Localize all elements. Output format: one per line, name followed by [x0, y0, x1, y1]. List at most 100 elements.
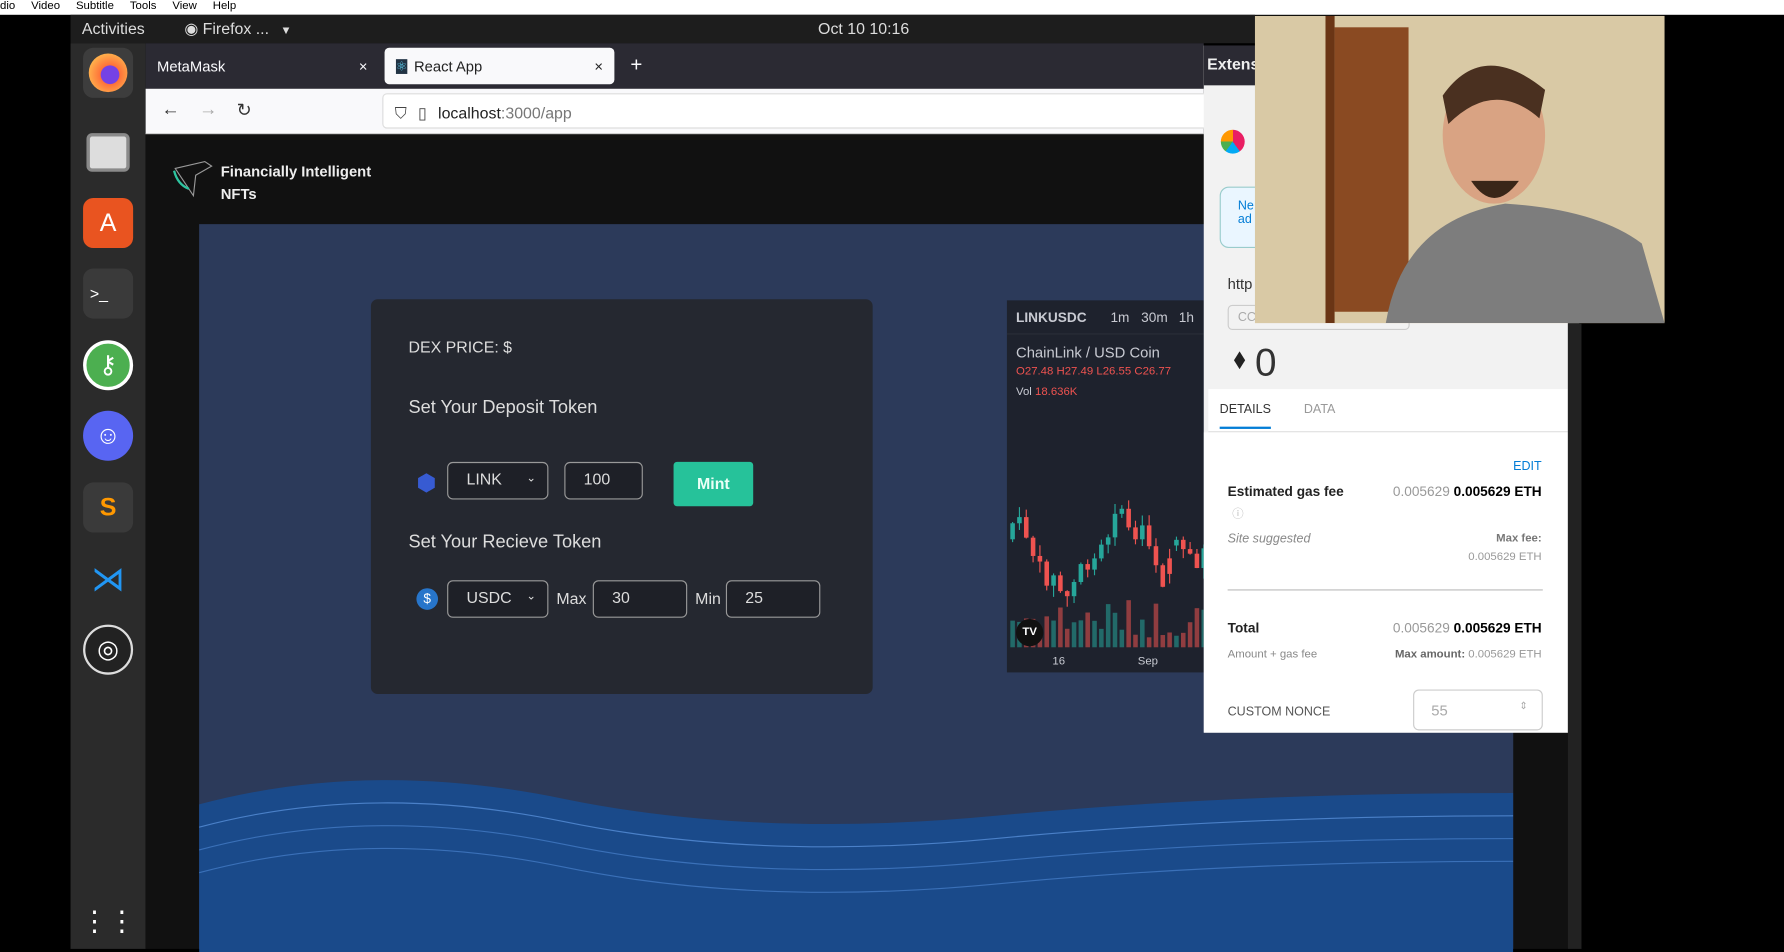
interval-30m[interactable]: 30m — [1141, 309, 1168, 325]
select-value: USDC — [466, 588, 512, 607]
sublime-icon[interactable]: S — [83, 482, 134, 533]
clock[interactable]: Oct 10 10:16 — [818, 19, 909, 37]
candle — [1194, 548, 1200, 648]
firefox-icon[interactable] — [83, 47, 134, 98]
max-amount-label: Max amount: — [1394, 648, 1466, 662]
app-name: Firefox ... — [202, 19, 270, 38]
page-icon: ▯ — [418, 103, 427, 122]
candle — [1174, 536, 1179, 648]
activities-button[interactable]: Activities — [82, 19, 145, 37]
firefox-app-menu[interactable]: ◉ Firefox ... ▼ — [184, 19, 291, 38]
menu-audio[interactable]: dio — [0, 0, 15, 15]
terminal-icon[interactable]: >_ — [83, 268, 134, 319]
candle — [1010, 521, 1015, 648]
ohlc-legend: O27.48 H27.49 L26.55 C26.77 — [1016, 365, 1171, 378]
volume-legend: Vol 18.636K — [1016, 386, 1077, 399]
candle — [1160, 563, 1166, 648]
tradingview-chart[interactable]: LINKUSDC 1m 30m 1h ChainLink / USD Coin … — [1006, 300, 1204, 673]
software-icon[interactable]: A — [83, 197, 134, 249]
chart-toolbar: LINKUSDC 1m 30m 1h — [1006, 300, 1204, 335]
forward-icon[interactable]: → — [199, 100, 217, 120]
max-fee-value: 0.005629 ETH — [1468, 550, 1542, 564]
candle — [1092, 553, 1097, 648]
interval-1h[interactable]: 1h — [1179, 309, 1194, 325]
close-icon[interactable]: × — [359, 57, 368, 74]
dock: A >_ ⚷ ☺ S ⋊ ◎ ⋮⋮ — [70, 43, 146, 949]
total-value: 0.005629 0.005629 ETH — [1393, 620, 1542, 636]
custom-nonce-label: CUSTOM NONCE — [1227, 705, 1331, 720]
chevron-down-icon: ⌄ — [526, 590, 536, 604]
candles-plot — [1010, 500, 1204, 648]
app-logo-text[interactable]: Financially Intelligent NFTs — [221, 160, 371, 206]
window-edge — [1567, 323, 1582, 949]
menu-tools[interactable]: Tools — [130, 0, 157, 15]
symbol[interactable]: LINKUSDC — [1016, 309, 1087, 325]
back-icon[interactable]: ← — [162, 100, 180, 120]
new-tab-button[interactable]: + — [630, 53, 642, 77]
edit-link[interactable]: EDIT — [1513, 460, 1542, 474]
total-primary: 0.005629 ETH — [1453, 620, 1542, 637]
tab-data[interactable]: DATA — [1304, 403, 1336, 417]
logo-line-2: NFTs — [220, 185, 257, 203]
amount-gas-label: Amount + gas fee — [1227, 648, 1318, 662]
x-tick: 16 — [1052, 655, 1066, 668]
menu-subtitle[interactable]: Subtitle — [76, 0, 114, 15]
info-icon[interactable]: ⓘ — [1232, 504, 1243, 522]
nonce-value: 55 — [1431, 701, 1448, 720]
gas-fee-primary: 0.005629 ETH — [1453, 483, 1542, 500]
app-grid-icon[interactable]: ⋮⋮ — [81, 897, 136, 947]
details-panel: EDIT Estimated gas fee 0.005629 0.005629… — [1203, 432, 1571, 733]
browser-tab-bar: MetaMask × ⚛ React App × + — [145, 43, 1204, 89]
gas-fee-secondary: 0.005629 — [1392, 483, 1450, 500]
react-icon: ⚛ — [395, 58, 408, 74]
max-amount-value: 0.005629 ETH — [1468, 648, 1542, 662]
tab-details[interactable]: DETAILS — [1219, 403, 1271, 429]
tab-label: React App — [414, 57, 483, 75]
files-icon[interactable] — [83, 127, 133, 177]
candle — [1133, 520, 1138, 648]
webcam-overlay — [1254, 15, 1665, 324]
tab-react-app[interactable]: ⚛ React App × — [384, 47, 615, 85]
max-input[interactable]: 30 — [592, 580, 688, 618]
select-value: LINK — [466, 469, 502, 489]
chevron-down-icon: ⌄ — [526, 472, 536, 485]
mint-button[interactable]: Mint — [673, 461, 754, 507]
custom-nonce-input[interactable]: 55 ⇕ — [1413, 689, 1543, 731]
receive-token-select[interactable]: USDC ⌄ — [447, 580, 549, 618]
deposit-amount-input[interactable]: 100 — [564, 461, 643, 500]
interval-1m[interactable]: 1m — [1110, 309, 1129, 325]
tab-label: MetaMask — [157, 57, 226, 75]
url-bar[interactable]: ⛉ ▯ localhost:3000/app — [382, 93, 1213, 129]
candle — [1153, 538, 1159, 648]
chainlink-icon: ⬢ — [416, 471, 437, 497]
menu-help[interactable]: Help — [213, 0, 236, 15]
navigation-bar: ← → ↻ ⛉ ▯ localhost:3000/app — [145, 88, 1213, 135]
tab-metamask[interactable]: MetaMask × — [146, 48, 379, 84]
reload-icon[interactable]: ↻ — [237, 99, 252, 122]
keyring-icon[interactable]: ⚷ — [83, 340, 134, 391]
account-avatar[interactable] — [1220, 129, 1245, 154]
shield-icon[interactable]: ⛉ — [395, 104, 407, 122]
close-icon[interactable]: × — [594, 57, 603, 74]
min-input[interactable]: 25 — [725, 580, 821, 618]
usdc-icon: $ — [416, 588, 439, 610]
candle — [1112, 504, 1118, 648]
video-player-menubar: dio Video Subtitle Tools View Help — [0, 0, 1784, 15]
stepper-icon[interactable]: ⇕ — [1519, 700, 1528, 713]
deposit-heading: Set Your Deposit Token — [408, 398, 598, 418]
tradingview-logo[interactable]: TV — [1016, 618, 1044, 647]
vol-label: Vol — [1016, 385, 1032, 399]
candle — [1085, 559, 1090, 648]
menu-video[interactable]: Video — [31, 0, 60, 15]
obs-icon[interactable]: ◎ — [83, 624, 134, 675]
menu-view[interactable]: View — [172, 0, 196, 15]
url-path: :3000/app — [500, 103, 572, 122]
deposit-token-select[interactable]: LINK ⌄ — [447, 461, 549, 500]
candle — [1180, 536, 1186, 648]
discord-icon[interactable]: ☺ — [83, 410, 134, 461]
candle — [1071, 579, 1077, 648]
divider — [1227, 589, 1543, 591]
pair-title: ChainLink / USD Coin — [1016, 343, 1160, 361]
vscode-icon[interactable]: ⋊ — [83, 554, 133, 604]
eth-icon: ⬧ — [1233, 343, 1246, 375]
